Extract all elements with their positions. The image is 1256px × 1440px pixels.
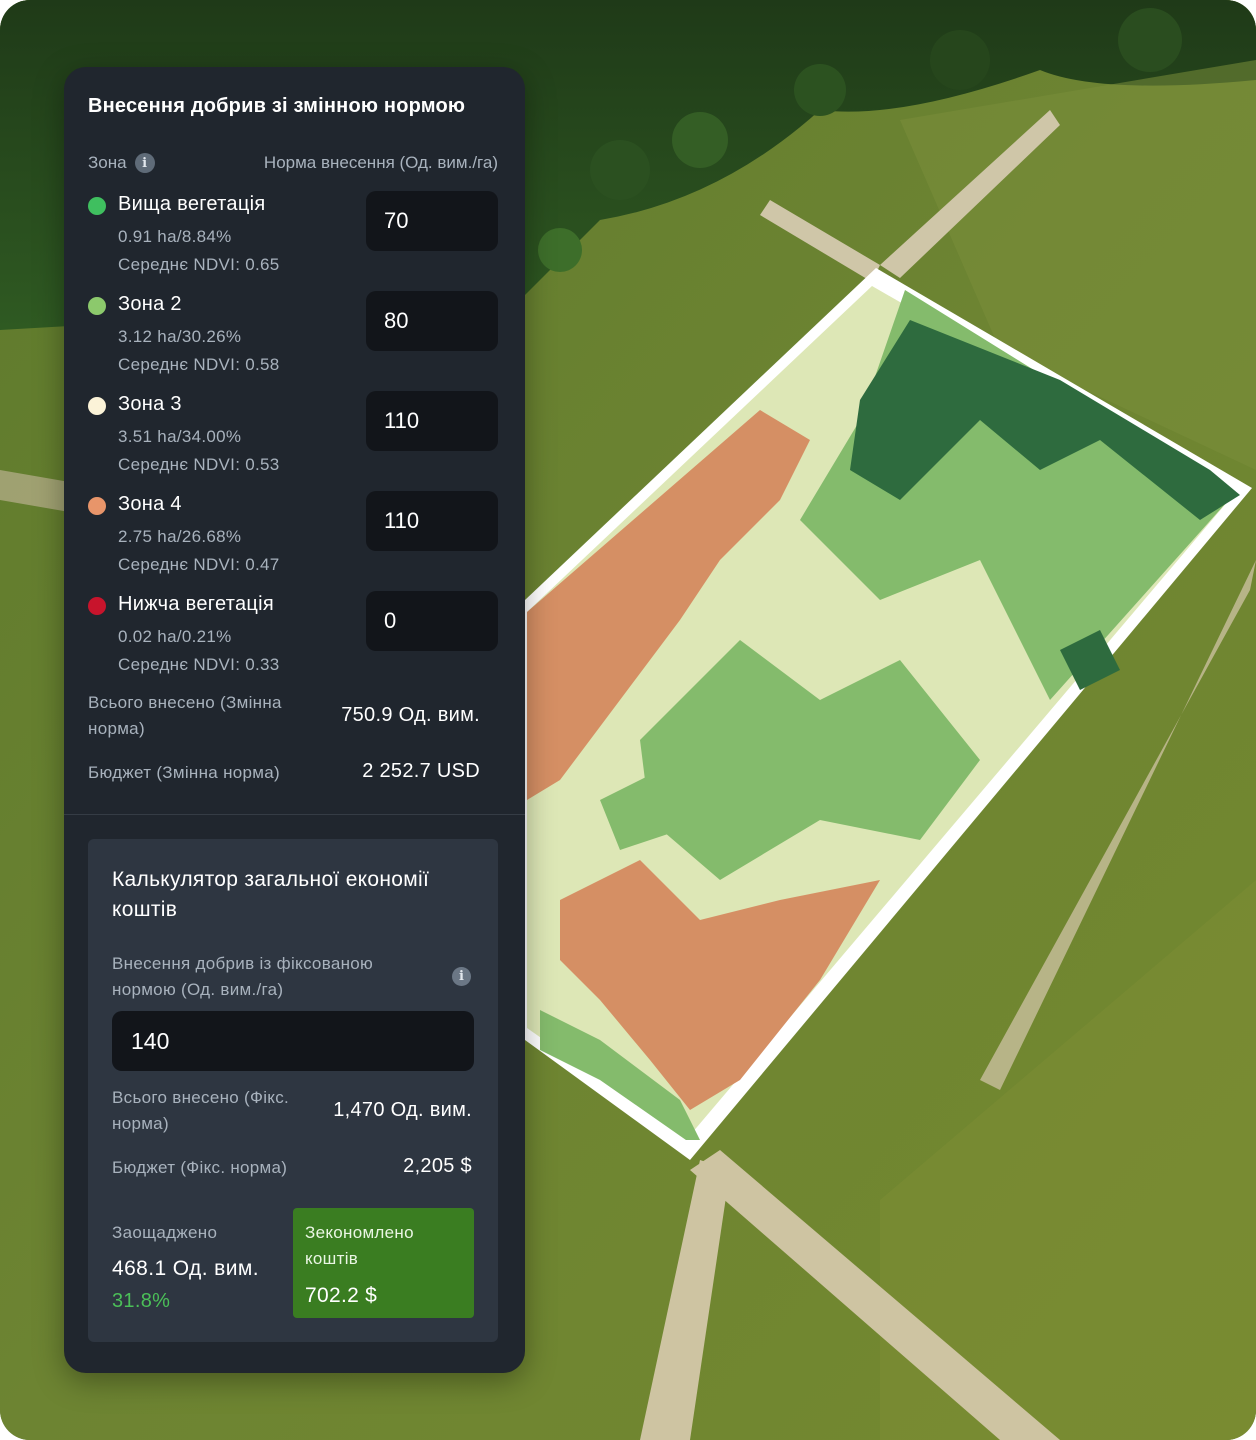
zone-area: 0.02 ha/0.21% [118,627,232,646]
zone-ndvi: Середнє NDVI: 0.65 [118,255,280,274]
zone-row: Нижча вегетація 0.02 ha/0.21% Середнє ND… [88,591,498,683]
zone-name: Нижча вегетація [118,593,274,615]
calculator-title: Калькулятор загальної економії коштів [112,868,430,921]
zone-ndvi: Середнє NDVI: 0.47 [118,555,280,574]
zone-color-dot [88,597,106,615]
zone-row: Зона 3 3.51 ha/34.00% Середнє NDVI: 0.53… [88,391,498,483]
rate-column-header: Норма внесення (Од. вим./га) [263,153,498,172]
zone-header-label: Зона [88,153,127,172]
variable-total-value: 750.9 Од. вим. [341,704,480,726]
panel-title: Внесення добрив зі змінною нормою [88,95,466,117]
zone-area: 3.51 ha/34.00% [118,427,242,446]
zone-rate-input[interactable]: 110 [366,391,498,451]
variable-budget-label: Бюджет (Змінна норма) [88,763,280,782]
fixed-total-value: 1,470 Од. вим. [333,1099,472,1121]
saved-amount: 468.1 Од. вим. [112,1257,259,1280]
info-icon[interactable]: i [134,153,155,173]
variable-total-label: Всього внесено (Змінна норма) [88,693,282,738]
money-saved-value: 702.2 $ [305,1284,378,1307]
zone-color-dot [88,197,106,215]
zone-row: Зона 2 3.12 ha/30.26% Середнє NDVI: 0.58… [88,291,498,383]
zone-rate-input[interactable]: 80 [366,291,498,351]
fixed-rate-input[interactable]: 140 [112,1011,474,1071]
zone-rate-input[interactable]: 110 [366,491,498,551]
variable-rate-panel: Внесення добрив зі змінною нормою Зона i… [64,67,525,1373]
variable-budget-value: 2 252.7 USD [362,760,480,782]
zone-rate-input[interactable]: 70 [366,191,498,251]
zone-area: 0.91 ha/8.84% [118,227,232,246]
zone-color-dot [88,297,106,315]
app-screen: Внесення добрив зі змінною нормою Зона i… [0,0,1256,1440]
zone-row: Вища вегетація 0.91 ha/8.84% Середнє NDV… [88,191,498,283]
zone-area: 2.75 ha/26.68% [118,527,242,546]
savings-calculator: Калькулятор загальної економії коштів Вн… [88,839,498,1342]
money-saved-card: Зекономлено коштів 702.2 $ [293,1208,474,1318]
divider [64,814,525,815]
saved-label: Заощаджено [112,1223,218,1242]
zone-name: Зона 3 [118,393,182,415]
zone-name: Зона 2 [118,293,182,315]
zone-ndvi: Середнє NDVI: 0.58 [118,355,280,374]
zone-color-dot [88,397,106,415]
fixed-budget-label: Бюджет (Фікс. норма) [112,1158,288,1177]
saved-percent: 31.8% [112,1290,171,1312]
info-icon[interactable]: i [452,967,471,986]
zone-ndvi: Середнє NDVI: 0.53 [118,455,280,474]
zone-row: Зона 4 2.75 ha/26.68% Середнє NDVI: 0.47… [88,491,498,583]
zone-column-header: Зона i [88,153,155,173]
fixed-rate-label: Внесення добрив із фіксованою нормою (Од… [112,954,374,999]
fixed-total-label: Всього внесено (Фікс. норма) [112,1088,290,1133]
zone-name: Зона 4 [118,493,182,515]
zone-rate-input[interactable]: 0 [366,591,498,651]
zone-color-dot [88,497,106,515]
fixed-budget-value: 2,205 $ [403,1155,472,1177]
money-saved-label: Зекономлено коштів [305,1223,414,1268]
zone-area: 3.12 ha/30.26% [118,327,242,346]
zone-name: Вища вегетація [118,193,266,215]
zone-ndvi: Середнє NDVI: 0.33 [118,655,280,674]
